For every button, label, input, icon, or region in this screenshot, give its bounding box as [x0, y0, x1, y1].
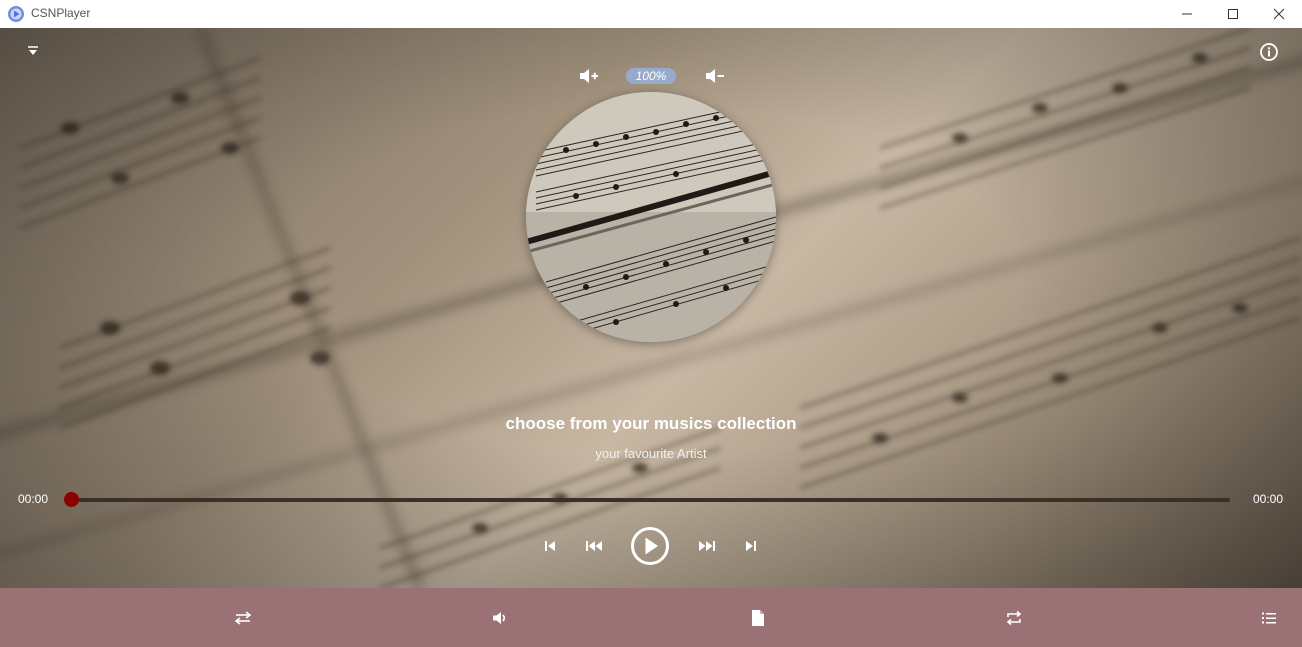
- current-time: 00:00: [18, 492, 49, 506]
- seek-bar[interactable]: [71, 498, 1230, 502]
- album-art-image: [526, 92, 776, 342]
- mute-button[interactable]: [488, 606, 512, 630]
- close-icon: [1273, 8, 1285, 20]
- minimize-icon: [1182, 13, 1192, 15]
- speaker-icon: [493, 612, 506, 624]
- info-icon: [1260, 43, 1278, 61]
- menu-toggle-button[interactable]: [22, 40, 44, 62]
- open-file-button[interactable]: [746, 606, 770, 630]
- volume-level-badge: 100%: [626, 68, 676, 84]
- repeat-icon: [1006, 610, 1022, 626]
- skip-to-end-button[interactable]: [741, 536, 761, 556]
- album-art: [526, 92, 776, 342]
- repeat-button[interactable]: [1002, 606, 1026, 630]
- player-area: 100% choose from your musics collection …: [0, 28, 1302, 588]
- playlist-icon: [1262, 612, 1276, 624]
- volume-up-button[interactable]: [576, 64, 602, 88]
- skip-to-start-icon: [545, 541, 555, 551]
- close-button[interactable]: [1256, 0, 1302, 28]
- previous-button[interactable]: [583, 535, 605, 557]
- shuffle-icon: [235, 611, 251, 625]
- caret-down-icon: [28, 46, 38, 55]
- seek-thumb[interactable]: [64, 492, 79, 507]
- playlist-button[interactable]: [1257, 606, 1281, 630]
- shuffle-button[interactable]: [231, 606, 255, 630]
- window-title: CSNPlayer: [31, 6, 91, 20]
- play-circle-icon: [631, 527, 669, 565]
- play-button[interactable]: [630, 526, 670, 566]
- maximize-icon: [1228, 9, 1238, 19]
- volume-plus-icon: [580, 69, 598, 83]
- total-time: 00:00: [1253, 492, 1284, 506]
- minimize-button[interactable]: [1164, 0, 1210, 28]
- next-button[interactable]: [696, 535, 718, 557]
- track-title: choose from your musics collection: [505, 414, 797, 433]
- maximize-button[interactable]: [1210, 0, 1256, 28]
- bottom-toolbar: [0, 588, 1302, 647]
- info-button[interactable]: [1257, 40, 1281, 64]
- title-bar: CSNPlayer: [0, 0, 1302, 28]
- volume-down-button[interactable]: [702, 64, 728, 88]
- track-artist: your favourite Artist: [595, 446, 707, 461]
- skip-to-end-icon: [746, 541, 756, 551]
- skip-to-start-button[interactable]: [540, 536, 560, 556]
- file-icon: [752, 610, 764, 626]
- volume-minus-icon: [706, 69, 724, 83]
- previous-icon: [586, 541, 602, 551]
- next-icon: [699, 541, 715, 551]
- app-logo-icon: [8, 6, 24, 22]
